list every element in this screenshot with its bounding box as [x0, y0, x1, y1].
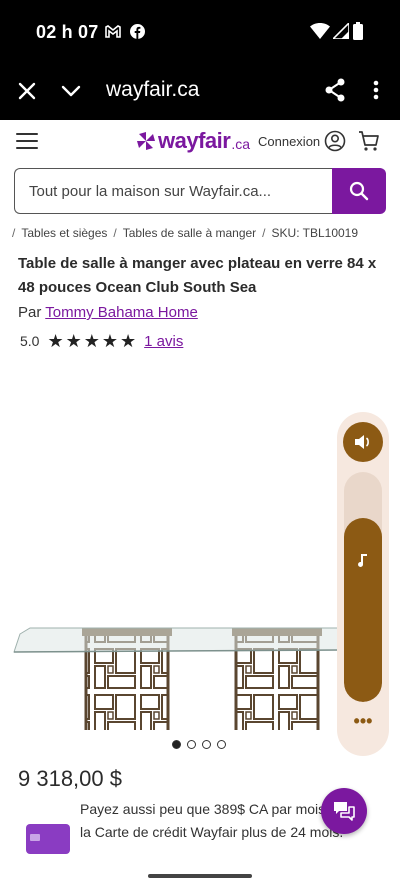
rating-value: 5.0 — [20, 333, 40, 349]
search-button[interactable] — [332, 168, 386, 214]
volume-icon — [355, 435, 369, 449]
chevron-down-icon[interactable] — [58, 78, 84, 104]
brand-link[interactable]: Tommy Bahama Home — [45, 304, 198, 321]
account-icon[interactable] — [324, 130, 346, 152]
carousel-dot[interactable] — [202, 740, 211, 749]
music-note-icon — [358, 554, 367, 567]
status-time: 02 h 07 — [36, 22, 99, 42]
credit-card-icon — [26, 824, 70, 854]
brand-line: Par Tommy Bahama Home — [18, 304, 198, 321]
gmail-icon — [104, 22, 122, 40]
reviews-link[interactable]: 1 avis — [144, 333, 183, 350]
carousel-dot[interactable] — [187, 740, 196, 749]
carousel-dot[interactable] — [172, 740, 181, 749]
sku-label: SKU: TBL10019 — [271, 226, 359, 240]
star-icon: ★ — [47, 331, 64, 351]
logo-tld: .ca — [231, 136, 251, 152]
more-horiz-icon[interactable]: ••• — [351, 712, 375, 732]
wayfair-logo[interactable]: wayfair .ca — [136, 128, 250, 154]
carousel-dot[interactable] — [217, 740, 226, 749]
product-image[interactable] — [0, 370, 341, 763]
wayfair-pinwheel-icon — [137, 132, 155, 150]
chat-button[interactable] — [321, 788, 367, 834]
signin-link[interactable]: Connexion — [258, 134, 320, 149]
product-title: Table de salle à manger avec plateau en … — [18, 255, 377, 296]
breadcrumb-item[interactable]: Tables et sièges — [21, 226, 107, 240]
site-header: wayfair .ca Connexion — [0, 120, 400, 166]
search-icon — [349, 181, 369, 201]
image-carousel-dots — [172, 740, 226, 749]
share-icon[interactable] — [322, 77, 348, 103]
battery-icon — [352, 22, 364, 40]
search-bar — [14, 168, 386, 214]
home-indicator[interactable] — [148, 874, 252, 878]
star-icon: ★ — [101, 331, 119, 351]
chat-icon — [334, 802, 355, 821]
hamburger-menu-icon[interactable] — [16, 133, 38, 151]
star-rating: ★ ★ ★ ★ ★ — [47, 332, 136, 350]
close-icon[interactable] — [14, 78, 40, 104]
browser-toolbar: wayfair.ca — [0, 62, 400, 120]
breadcrumb: / Tables et sièges / Tables de salle à m… — [12, 226, 359, 240]
volume-slider[interactable] — [344, 472, 382, 702]
volume-slider-fill — [344, 518, 382, 702]
url-domain[interactable]: wayfair.ca — [106, 78, 199, 102]
wifi-icon — [310, 22, 330, 40]
logo-text: wayfair — [158, 128, 231, 153]
star-icon: ★ — [120, 331, 137, 351]
star-icon: ★ — [65, 331, 82, 351]
search-input[interactable] — [14, 168, 332, 214]
signal-icon — [332, 22, 350, 40]
volume-button[interactable] — [343, 422, 383, 462]
cart-icon[interactable] — [358, 130, 380, 152]
breadcrumb-item[interactable]: Tables de salle à manger — [123, 226, 256, 240]
web-page: wayfair .ca Connexion / Tables et sièges… — [0, 120, 400, 889]
product-price: 9 318,00 $ — [18, 766, 122, 791]
more-vert-icon[interactable] — [366, 77, 386, 103]
facebook-icon — [128, 22, 146, 40]
star-icon: ★ — [83, 331, 100, 351]
status-bar: 02 h 07 — [0, 0, 400, 62]
rating-row: 5.0 ★ ★ ★ ★ ★ 1 avis — [20, 332, 183, 350]
brand-prefix: Par — [18, 304, 42, 321]
media-overlay-panel: ••• — [337, 412, 389, 756]
